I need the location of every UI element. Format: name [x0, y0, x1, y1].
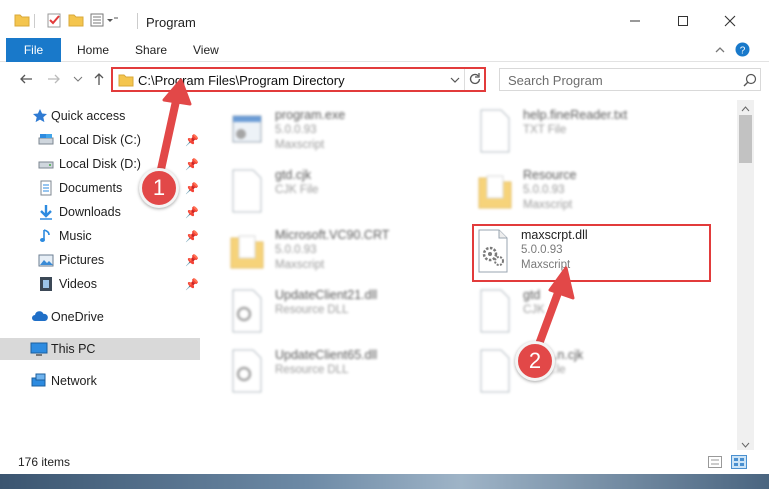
annotation-arrows: [154, 78, 575, 359]
desktop-background: [0, 474, 769, 489]
explorer-window: Program File Home Share View ? C:\Progra…: [0, 0, 769, 474]
step-badge-2: 2: [515, 341, 555, 381]
step-badge-1: 1: [139, 168, 179, 208]
